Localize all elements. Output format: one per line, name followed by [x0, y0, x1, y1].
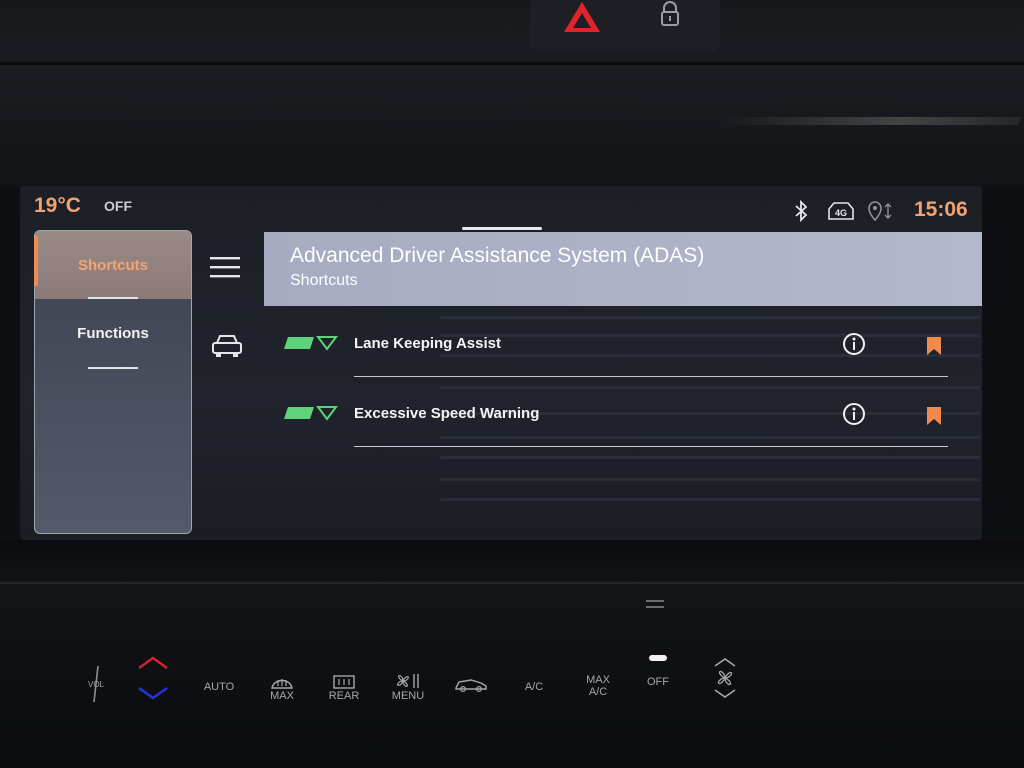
4g-icon: 4G: [828, 202, 854, 220]
volume-label: VOL: [88, 680, 105, 689]
active-tab-indicator: [34, 236, 38, 286]
max-ac-label-top: MAX: [586, 674, 610, 686]
list-item[interactable]: Excessive Speed Warning: [284, 396, 964, 456]
clock: 15:06: [914, 198, 968, 221]
dashboard-groove: [0, 62, 1024, 65]
list-item-label: Lane Keeping Assist: [354, 335, 501, 352]
tab-underline: [88, 367, 138, 369]
front-defrost-icon: [271, 679, 293, 689]
pull-down-handle[interactable]: [462, 227, 542, 230]
fan-speed-button[interactable]: [702, 656, 748, 700]
temperature-readout[interactable]: 19°C: [34, 194, 81, 218]
off-label: OFF: [647, 676, 669, 688]
bookmark-icon[interactable]: [926, 406, 942, 426]
adas-status-icon: [284, 406, 338, 421]
bookmark-icon[interactable]: [926, 336, 942, 356]
console-grip-icon: [646, 600, 664, 608]
page-title: Advanced Driver Assistance System (ADAS): [290, 244, 705, 267]
fan-speed-icon: [714, 658, 736, 698]
sidebar: Shortcuts Functions: [34, 230, 192, 534]
vehicle-icon[interactable]: [210, 332, 244, 358]
fan-menu-icon: [397, 674, 419, 688]
list-item[interactable]: Lane Keeping Assist: [284, 326, 964, 386]
climate-menu-label: MENU: [391, 690, 425, 702]
auto-button[interactable]: AUTO: [196, 681, 242, 693]
row-divider: [354, 376, 948, 377]
adas-status-icon: [284, 336, 338, 351]
climate-off-button[interactable]: OFF: [640, 654, 676, 688]
dashboard-reflection: [718, 117, 1022, 125]
max-defrost-label: MAX: [270, 690, 294, 702]
menu-icon[interactable]: [209, 254, 241, 280]
hazard-triangle-icon: [564, 2, 600, 32]
tab-shortcuts[interactable]: Shortcuts: [35, 231, 191, 299]
climate-menu-button[interactable]: MENU: [388, 672, 428, 702]
4g-label: 4G: [835, 208, 847, 218]
background-wave: [440, 386, 980, 389]
car-recirculation-icon: [455, 679, 487, 693]
climate-state[interactable]: OFF: [104, 198, 132, 214]
background-wave: [440, 456, 980, 459]
info-icon[interactable]: [842, 332, 866, 356]
console-trim-line: [0, 582, 1024, 584]
hazard-panel: [530, 0, 720, 52]
tab-functions[interactable]: Functions: [35, 299, 191, 369]
tab-shortcuts-label: Shortcuts: [77, 257, 148, 274]
infotainment-screen: 19°C OFF 4G 15:06 Shortcuts Functions Ad…: [20, 186, 982, 540]
temperature-buttons[interactable]: [134, 654, 172, 704]
max-ac-button[interactable]: MAX A/C: [578, 674, 618, 698]
ac-button[interactable]: A/C: [514, 681, 554, 693]
rear-defrost-button[interactable]: REAR: [326, 674, 362, 702]
list-item-label: Excessive Speed Warning: [354, 405, 540, 422]
volume-button[interactable]: VOL: [82, 664, 110, 704]
background-wave: [440, 316, 980, 319]
background-wave: [440, 498, 980, 501]
status-bar: 19°C OFF 4G 15:06: [20, 186, 982, 232]
off-indicator-light: [649, 655, 667, 661]
rear-defrost-label: REAR: [328, 690, 360, 702]
row-divider: [354, 446, 948, 447]
page-header: Advanced Driver Assistance System (ADAS)…: [264, 232, 982, 306]
temperature-up-down-icon: [138, 656, 168, 700]
page-subtitle: Shortcuts: [290, 272, 358, 289]
rear-defrost-icon: [333, 675, 355, 689]
volume-slash-icon: VOL: [88, 665, 105, 703]
location-icon: [868, 201, 892, 222]
tab-functions-label: Functions: [77, 325, 149, 342]
door-lock-button[interactable]: [655, 0, 685, 30]
recirculation-button[interactable]: [452, 676, 490, 694]
info-icon[interactable]: [842, 402, 866, 426]
max-defrost-button[interactable]: MAX: [264, 674, 300, 702]
hazard-warning-button[interactable]: [560, 0, 604, 34]
bluetooth-icon: [795, 200, 808, 222]
max-ac-label-bottom: A/C: [588, 686, 608, 698]
background-wave: [440, 478, 980, 481]
lock-icon: [661, 1, 679, 26]
